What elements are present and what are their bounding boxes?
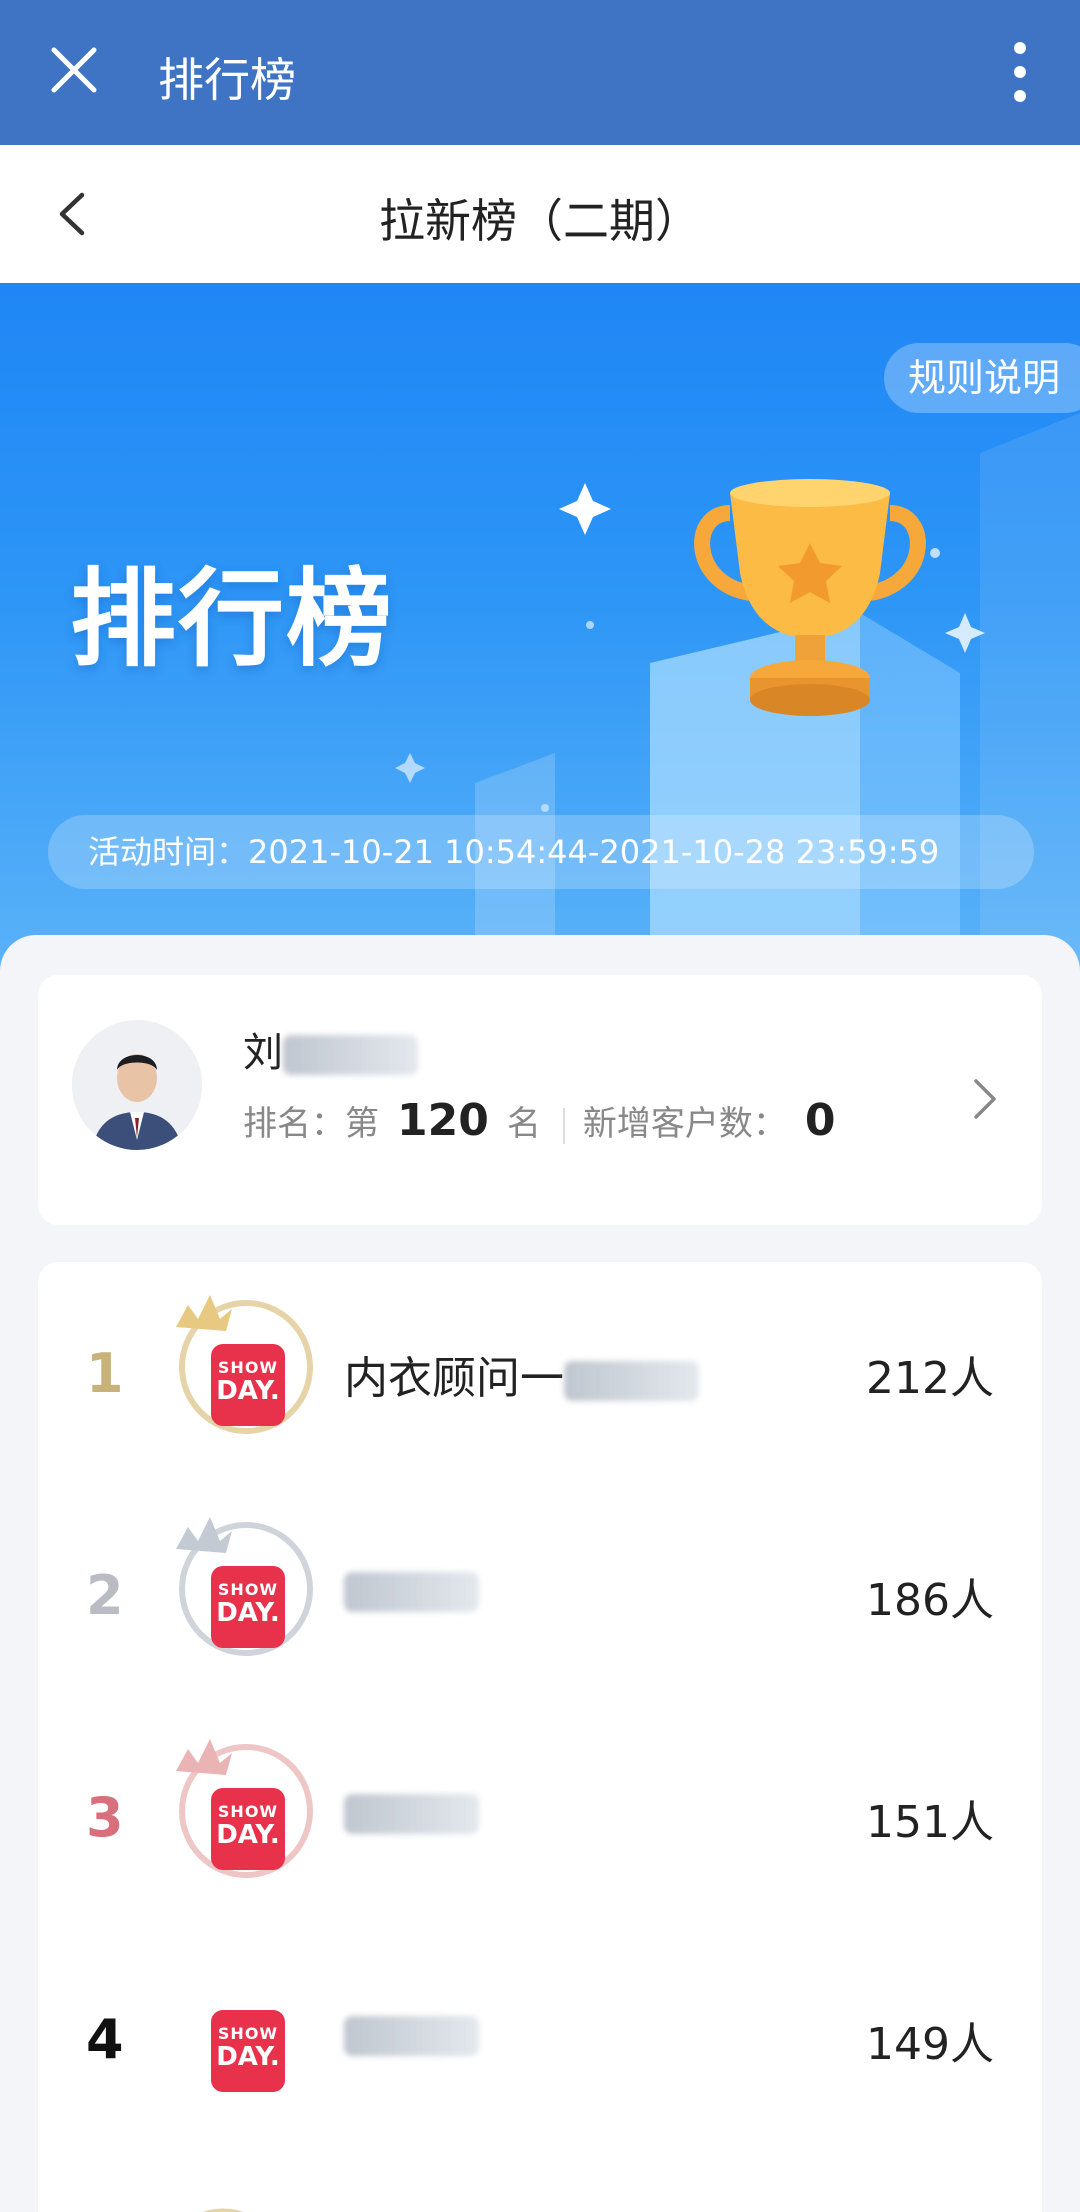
ranking-row[interactable]: 4 SHOW DAY. 149人 — [38, 1928, 1042, 2150]
redacted-name — [344, 2016, 479, 2056]
my-name-text: 刘 — [243, 1030, 283, 1076]
brand-logo: SHOW DAY. — [211, 1788, 285, 1870]
rank-number: 3 — [86, 1786, 124, 1849]
close-icon[interactable] — [44, 40, 104, 100]
app-title: 排行榜 — [158, 53, 296, 107]
user-name: 内衣顾问一 — [344, 1342, 699, 1406]
trophy-icon — [694, 479, 926, 716]
user-name — [344, 1564, 479, 1615]
customer-count: 149人 — [866, 2019, 994, 2070]
divider — [562, 1107, 565, 1144]
ranking-list: 1 SHOW DAY. 内衣顾问一 212人 2 SHOW DAY. 186人 3 … — [38, 1262, 1042, 2212]
redacted-name — [344, 1794, 479, 1834]
customer-count: 186人 — [866, 1575, 994, 1626]
brand-logo: SHOW DAY. — [211, 1344, 285, 1426]
hero-banner: 规则说明 排行榜 活动时间：2021-10-21 10:54:44-2021-1… — [0, 283, 1080, 983]
chevron-right-icon[interactable] — [970, 1077, 1000, 1121]
brand-logo: SHOW DAY. — [211, 2010, 285, 2092]
activity-value: 2021-10-21 10:54:44-2021-10-28 23:59:59 — [248, 833, 940, 871]
avatar — [72, 1020, 202, 1150]
rank-label: 排名： — [243, 1104, 345, 1144]
banner-title: 排行榜 — [70, 558, 394, 681]
customer-count: 212人 — [866, 1353, 994, 1404]
my-stats: 排名：第 120 名 新增客户数： 0 — [243, 1095, 853, 1146]
redacted-name — [283, 1035, 418, 1075]
brand-logo: SHOW DAY. — [211, 1566, 285, 1648]
rank-prefix: 第 — [345, 1104, 379, 1144]
ranking-row[interactable]: 2 SHOW DAY. 186人 — [38, 1484, 1042, 1706]
app-bar: 排行榜 — [0, 0, 1080, 145]
rank-suffix: 名 — [506, 1104, 541, 1144]
customer-count: 151人 — [866, 1797, 994, 1848]
user-name — [344, 2008, 479, 2059]
new-customers-value: 0 — [804, 1095, 836, 1146]
page-header: 拉新榜（二期） — [0, 145, 1080, 283]
ranking-row[interactable]: 3 SHOW DAY. 151人 — [38, 1706, 1042, 1928]
new-customers-label: 新增客户数： — [582, 1104, 787, 1144]
activity-time: 活动时间：2021-10-21 10:54:44-2021-10-28 23:5… — [48, 815, 1034, 889]
partial-badge-icon — [202, 2208, 244, 2212]
rules-button[interactable]: 规则说明 — [883, 343, 1080, 413]
rank-number: 2 — [86, 1564, 124, 1627]
rank-number: 1 — [86, 1342, 124, 1405]
user-name-text: 内衣顾问一 — [344, 1353, 564, 1404]
user-name — [344, 1786, 479, 1837]
more-icon[interactable] — [1000, 40, 1040, 104]
ranking-row[interactable]: 1 SHOW DAY. 内衣顾问一 212人 — [38, 1262, 1042, 1484]
redacted-name — [344, 1572, 479, 1612]
redacted-name — [564, 1361, 699, 1401]
my-rank-card[interactable]: 刘 排名：第 120 名 新增客户数： 0 — [38, 975, 1042, 1225]
rank-number: 4 — [86, 2008, 124, 2071]
activity-label: 活动时间： — [88, 833, 249, 871]
my-name: 刘 — [243, 1020, 418, 1078]
my-rank-value: 120 — [397, 1095, 489, 1146]
page-title: 拉新榜（二期） — [379, 194, 701, 248]
